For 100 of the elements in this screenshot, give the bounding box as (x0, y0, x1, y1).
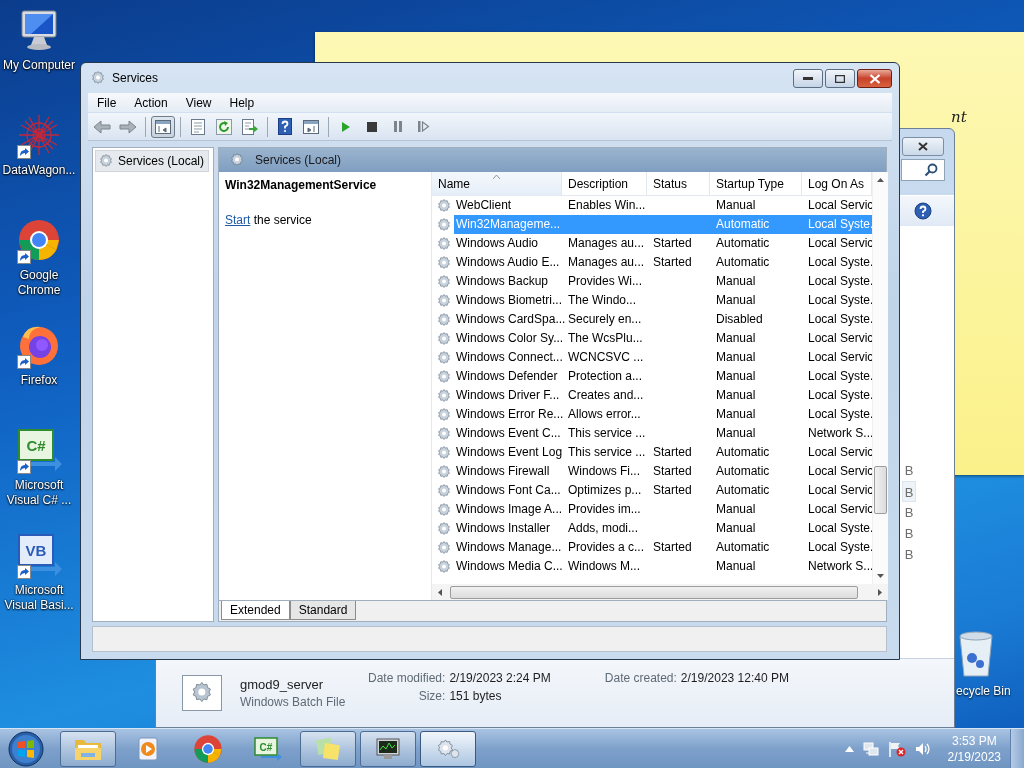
service-row[interactable]: Windows CardSpa... Securely en... Disabled Local Syste. (454, 310, 872, 329)
table-cell-text: Windows Event C... (455, 425, 562, 442)
close-button[interactable] (902, 137, 944, 156)
field-label: Size: (417, 689, 446, 703)
file-type: Windows Batch File (240, 695, 347, 709)
table-cell-text: WebClient (455, 197, 513, 214)
scroll-left-icon[interactable] (438, 588, 442, 596)
taskbar-button[interactable]: C# (240, 730, 296, 767)
file-size-cell[interactable]: B (902, 502, 916, 523)
resume-icon (418, 121, 430, 132)
chrome-icon[interactable] (17, 218, 61, 262)
scroll-right-icon[interactable] (878, 588, 882, 596)
field-value: 2/19/2023 2:24 PM (449, 671, 551, 685)
table-cell-text: Provides a c... (567, 539, 646, 556)
table-cell-text: Windows Color Sy... (455, 330, 562, 347)
scrollbar-thumb[interactable] (450, 585, 858, 599)
taskbar-button[interactable] (60, 730, 116, 767)
service-row[interactable]: Windows Biometri... The Windo... Manual Local Syste. (454, 291, 872, 310)
service-row[interactable]: Windows Error Re... Allows error... Manual Local Syste. (454, 405, 872, 424)
taskbar-button[interactable] (360, 730, 416, 767)
table-cell-text: Local Syste. (807, 273, 872, 290)
scrollbar-thumb[interactable] (874, 466, 887, 514)
gear-icon (436, 387, 452, 404)
desktop-icon-label[interactable]: Google Chrome (0, 268, 78, 298)
table-cell-text: Automatic (715, 463, 771, 480)
table-cell-text: The Windo... (567, 292, 638, 309)
service-row[interactable]: Windows Audio E... Manages au... Started Automatic Local Syste. (454, 253, 872, 272)
tree-item[interactable]: Services (Local) (95, 150, 210, 172)
table-cell-text: Optimizes p... (567, 482, 643, 499)
horizontal-scrollbar[interactable] (432, 584, 888, 600)
forward-icon (119, 119, 137, 134)
desktop-icon-label[interactable]: Microsoft Visual C# ... (0, 478, 78, 508)
table-cell-text: WCNCSVC ... (567, 349, 645, 366)
scroll-up-icon[interactable] (877, 178, 884, 182)
show-hidden-icons-icon[interactable] (844, 745, 854, 752)
table-cell-text: Windows Error Re... (455, 406, 562, 423)
gear-icon (229, 152, 245, 168)
file-size-cell[interactable]: B (902, 460, 916, 481)
view-tab[interactable]: Standard (289, 601, 357, 620)
file-size-cell[interactable]: B (902, 523, 916, 544)
maximize-button[interactable] (825, 69, 855, 88)
start-button[interactable] (8, 730, 44, 767)
clock-date: 2/19/2023 (947, 748, 1001, 765)
taskbar-button[interactable] (420, 730, 476, 767)
desktop-icon-label[interactable]: DataWagon... (0, 163, 78, 178)
service-row[interactable]: Windows Defender Protection a... Manual Local Syste. (454, 367, 872, 386)
table-cell-text: Local Syste. (807, 311, 872, 328)
start-link[interactable]: Start (225, 213, 251, 227)
column-header[interactable]: Startup Type (710, 172, 802, 196)
service-row[interactable]: Windows Event C... This service ... Manual Network S... (454, 424, 872, 443)
search-field[interactable] (901, 159, 945, 181)
table-cell-text: Started (652, 539, 693, 556)
menu-item[interactable]: View (178, 95, 219, 110)
desktop-icon-label[interactable]: Microsoft Visual Basi... (0, 583, 78, 613)
scroll-down-icon[interactable] (877, 574, 884, 578)
column-header[interactable]: Description (562, 172, 647, 196)
menu-item[interactable]: File (90, 95, 124, 110)
desktop-icon-label[interactable]: Firefox (0, 373, 78, 388)
flag-error-icon[interactable] (887, 740, 906, 757)
file-size-cell[interactable]: B (902, 481, 916, 502)
gear-icon (436, 330, 452, 347)
panel-icon (303, 119, 319, 134)
gear-icon (436, 425, 452, 442)
column-header[interactable]: Name (432, 172, 562, 196)
table-cell-text: This service ... (567, 425, 647, 442)
gear-icon (436, 463, 452, 480)
close-button[interactable] (857, 69, 892, 88)
table-cell-text: Manual (715, 406, 757, 423)
column-header[interactable]: Status (647, 172, 710, 196)
service-row[interactable]: Windows Installer Adds, modi... Manual Local Syste. (454, 519, 872, 538)
table-cell-text: Local Syste. (807, 406, 872, 423)
document-icon (191, 118, 205, 135)
sticky-notes-icon (314, 735, 342, 762)
network-icon[interactable] (862, 740, 879, 757)
recycle-bin-icon[interactable] (956, 630, 996, 678)
service-row[interactable]: Windows Media C... Windows M... Manual Network S... (454, 557, 872, 576)
service-row[interactable]: Windows Driver F... Creates and... Manual Local Syste. (454, 386, 872, 405)
table-cell-text: Provides im... (567, 501, 642, 518)
desktop-icon-label[interactable]: My Computer (0, 58, 78, 73)
service-row[interactable]: Windows Manage... Provides a c... Started Automatic Local Syste. (454, 538, 872, 557)
table-cell-text: Manual (715, 197, 757, 214)
view-tab[interactable]: Extended (221, 601, 290, 620)
table-cell-text: Started (652, 463, 693, 480)
table-cell-text: Creates and... (567, 387, 645, 404)
gear-icon (436, 292, 452, 309)
gear-icon (436, 406, 452, 423)
table-cell-text: Windows Manage... (455, 539, 562, 556)
starburst-icon[interactable] (17, 113, 61, 157)
menu-item[interactable]: Action (127, 95, 175, 110)
minimize-button[interactable] (793, 69, 823, 88)
help-icon[interactable] (914, 202, 932, 220)
desktop-icon-label[interactable]: ecycle Bin (956, 684, 1011, 698)
media-player-icon (135, 735, 161, 762)
close-icon (918, 142, 928, 151)
gear-icon (436, 349, 452, 366)
file-size-cell[interactable]: B (902, 544, 916, 565)
console-tree-button[interactable] (151, 115, 175, 138)
menu-item[interactable]: Help (222, 95, 262, 110)
vertical-scrollbar[interactable] (872, 172, 888, 584)
service-row[interactable]: Windows Backup Provides Wi... Manual Local Syste. (454, 272, 872, 291)
